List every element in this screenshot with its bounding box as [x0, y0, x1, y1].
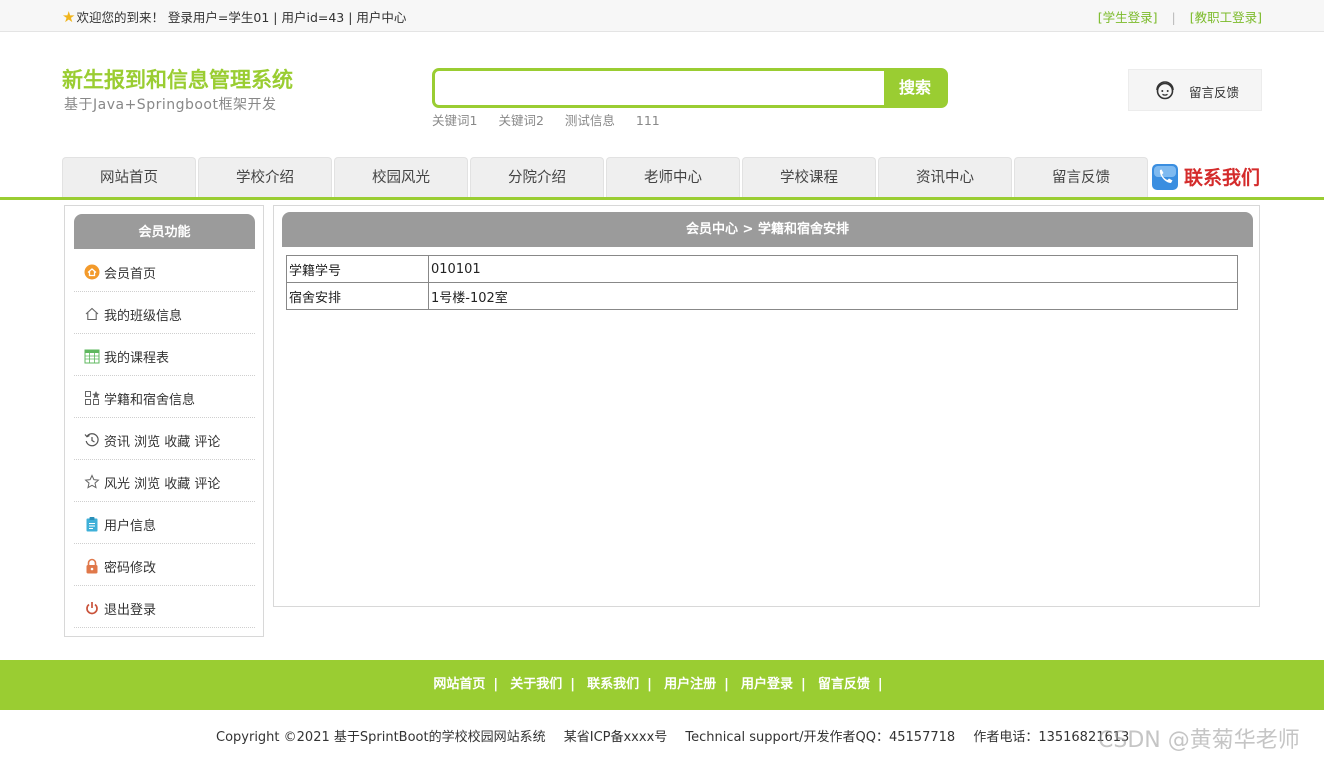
sidebar-menu: 会员首页 我的班级信息 我的课程表 学籍和宿舍信息 资讯 浏览 收藏 评论 风光… [74, 250, 255, 628]
lock-icon [86, 558, 98, 574]
grid-icon [85, 391, 100, 405]
page-title: 会员中心 > 学籍和宿舍安排 [282, 212, 1253, 247]
footer-links: 网站首页 | 关于我们 | 联系我们 | 用户注册 | 用户登录 | 留言反馈 | [0, 660, 1324, 710]
nav-tab-home[interactable]: 网站首页 [62, 157, 196, 197]
table-cell-value: 1号楼-102室 [428, 282, 1238, 310]
support-text: Technical support/开发作者QQ：45157718 [685, 730, 956, 745]
footer-separator: | [724, 677, 729, 692]
welcome-text: 欢迎您的到来！ 登录用户=学生01 | 用户id=43 | 用户中心 [76, 10, 407, 25]
icp-text: 某省ICP备xxxx号 [563, 730, 668, 745]
star-icon: ★ [62, 8, 76, 26]
nav-tab-courses[interactable]: 学校课程 [742, 157, 876, 197]
copyright-text: Copyright ©2021 基于SprintBoot的学校校园网站系统 [216, 730, 546, 745]
footer-separator: | [493, 677, 499, 692]
nav-tab-teachers[interactable]: 老师中心 [606, 157, 740, 197]
footer-link-home[interactable]: 网站首页 [433, 677, 485, 692]
copyright-line: Copyright ©2021 基于SprintBoot的学校校园网站系统 某省… [216, 726, 1143, 745]
feedback-button[interactable]: 留言反馈 [1128, 69, 1262, 111]
sidebar-item-label: 密码修改 [104, 561, 157, 576]
sidebar-item-label: 退出登录 [104, 603, 157, 618]
nav-tab-campus-scenery[interactable]: 校园风光 [334, 157, 468, 197]
welcome-message: ★欢迎您的到来！ 登录用户=学生01 | 用户id=43 | 用户中心 [62, 7, 406, 26]
table-cell-key: 学籍学号 [286, 255, 429, 283]
sidebar-item-label: 学籍和宿舍信息 [104, 393, 196, 408]
calendar-icon [84, 349, 100, 364]
watermark: CSDN @黄菊华老师 [1098, 728, 1300, 753]
hot-keyword[interactable]: 测试信息 [565, 113, 615, 128]
headset-icon [1156, 81, 1174, 100]
sidebar-item-label: 风光 浏览 收藏 评论 [104, 477, 221, 492]
table-cell-value: 010101 [428, 255, 1238, 283]
sidebar-item-news-activity[interactable]: 资讯 浏览 收藏 评论 [74, 418, 255, 460]
footer-separator: | [877, 677, 883, 692]
hot-keyword[interactable]: 关键词1 [432, 113, 477, 128]
site-title[interactable]: 新生报到和信息管理系统 [62, 64, 293, 94]
staff-login-link[interactable]: [教职工登录] [1190, 10, 1262, 25]
hot-keyword[interactable]: 111 [636, 113, 660, 128]
sidebar-item-my-class[interactable]: 我的班级信息 [74, 292, 255, 334]
enrollment-dorm-table: 学籍学号 010101 宿舍安排 1号楼-102室 [286, 255, 1238, 310]
member-sidebar: 会员功能 会员首页 我的班级信息 我的课程表 学籍和宿舍信息 资讯 浏览 收藏 … [64, 205, 264, 637]
hot-keyword[interactable]: 关键词2 [498, 113, 543, 128]
search-input[interactable] [435, 71, 885, 105]
table-row: 学籍学号 010101 [286, 255, 1238, 283]
site-subtitle: 基于Java+Springboot框架开发 [64, 97, 277, 113]
sidebar-item-user-info[interactable]: 用户信息 [74, 502, 255, 544]
sidebar-item-change-password[interactable]: 密码修改 [74, 544, 255, 586]
sidebar-item-scenery-activity[interactable]: 风光 浏览 收藏 评论 [74, 460, 255, 502]
student-login-link[interactable]: [学生登录] [1098, 10, 1158, 25]
sidebar-item-label: 会员首页 [104, 267, 157, 282]
login-separator: | [1171, 10, 1176, 25]
table-row: 宿舍安排 1号楼-102室 [286, 282, 1238, 310]
search-button[interactable]: 搜索 [884, 70, 946, 106]
footer-link-contact[interactable]: 联系我们 [587, 677, 639, 692]
nav-tab-feedback[interactable]: 留言反馈 [1014, 157, 1148, 197]
power-icon [86, 602, 98, 615]
nav-tab-news[interactable]: 资讯中心 [878, 157, 1012, 197]
clipboard-icon [86, 517, 98, 532]
sidebar-item-label: 我的课程表 [104, 351, 170, 366]
star-icon [84, 474, 100, 489]
sidebar-item-logout[interactable]: 退出登录 [74, 586, 255, 628]
footer-link-about[interactable]: 关于我们 [510, 677, 562, 692]
nav-tab-school-intro[interactable]: 学校介绍 [198, 157, 332, 197]
sidebar-item-label: 我的班级信息 [104, 309, 183, 324]
hot-keywords: 关键词1 关键词2 测试信息 111 [432, 110, 677, 129]
sidebar-title: 会员功能 [74, 214, 255, 249]
nav-divider [0, 197, 1324, 200]
footer-separator: | [647, 677, 652, 692]
footer-separator: | [570, 677, 576, 692]
contact-us-label: 联系我们 [1184, 167, 1261, 189]
footer-link-feedback[interactable]: 留言反馈 [818, 677, 870, 692]
feedback-label: 留言反馈 [1189, 85, 1240, 100]
house-icon [85, 307, 99, 321]
top-bar: ★欢迎您的到来！ 登录用户=学生01 | 用户id=43 | 用户中心 [学生登… [0, 0, 1324, 32]
footer-link-register[interactable]: 用户注册 [664, 677, 716, 692]
phone-icon [1152, 164, 1178, 190]
table-cell-key: 宿舍安排 [286, 282, 429, 310]
sidebar-item-enrollment-dorm[interactable]: 学籍和宿舍信息 [74, 376, 255, 418]
search-box: 搜索 [432, 68, 948, 108]
sidebar-item-my-schedule[interactable]: 我的课程表 [74, 334, 255, 376]
sidebar-item-label: 资讯 浏览 收藏 评论 [104, 435, 221, 450]
footer-link-login[interactable]: 用户登录 [741, 677, 793, 692]
footer-separator: | [800, 677, 806, 692]
home-circle-icon [84, 264, 100, 280]
sidebar-item-member-home[interactable]: 会员首页 [74, 250, 255, 292]
sidebar-item-label: 用户信息 [104, 519, 157, 534]
history-icon [84, 433, 99, 447]
login-links: [学生登录] | [教职工登录] [1098, 7, 1262, 26]
nav-tab-colleges[interactable]: 分院介绍 [470, 157, 604, 197]
main-panel: 会员中心 > 学籍和宿舍安排 学籍学号 010101 宿舍安排 1号楼-102室 [273, 205, 1260, 607]
